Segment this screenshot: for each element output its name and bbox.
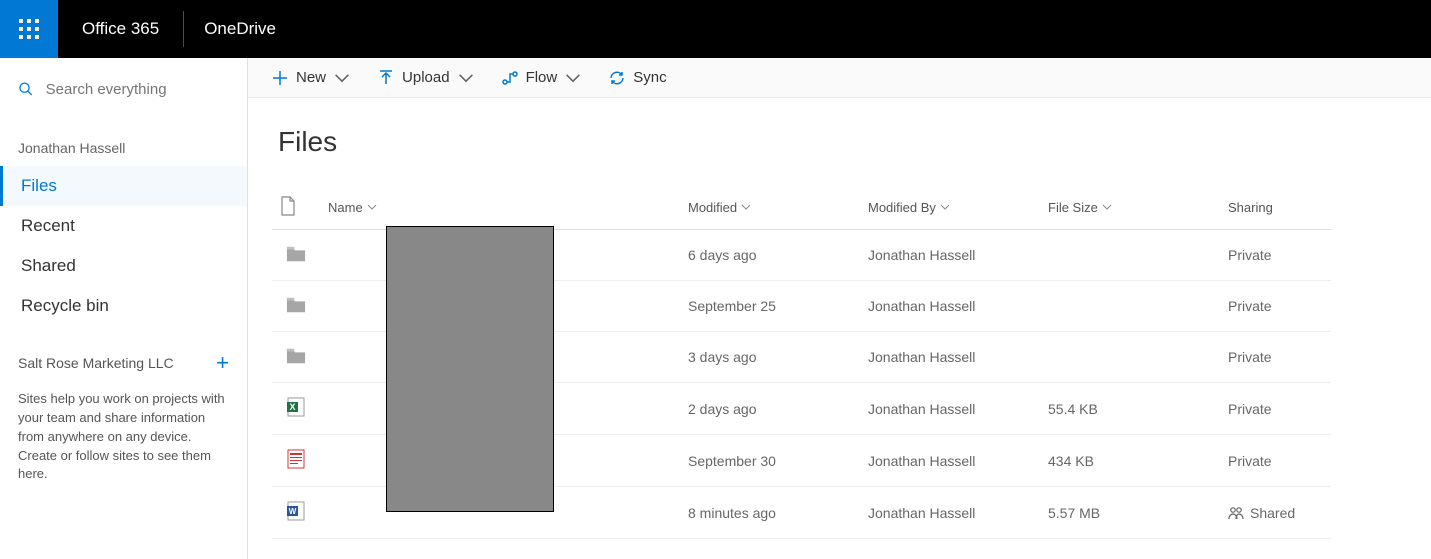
add-site-button[interactable]: + xyxy=(216,350,229,376)
shared-icon xyxy=(1228,506,1244,520)
svg-text:W: W xyxy=(289,507,297,516)
folder-icon xyxy=(286,245,306,263)
cell-modified: 8 minutes ago xyxy=(680,487,860,539)
sync-icon xyxy=(609,70,625,86)
col-header-name[interactable]: Name xyxy=(320,186,680,230)
sidebar-item-shared[interactable]: Shared xyxy=(0,246,247,286)
waffle-icon xyxy=(19,19,39,39)
cell-size: 5.57 MB xyxy=(1040,487,1220,539)
cell-modified-by: Jonathan Hassell xyxy=(860,487,1040,539)
app-name-label[interactable]: OneDrive xyxy=(184,19,296,39)
folder-icon xyxy=(286,296,306,314)
flow-button[interactable]: Flow xyxy=(502,69,582,86)
cell-modified: 2 days ago xyxy=(680,383,860,435)
cell-modified-by: Jonathan Hassell xyxy=(860,281,1040,332)
upload-button[interactable]: Upload xyxy=(378,69,474,86)
app-launcher-button[interactable] xyxy=(0,0,58,58)
chevron-down-icon xyxy=(741,202,751,212)
brand-label[interactable]: Office 365 xyxy=(58,19,183,39)
cell-size xyxy=(1040,281,1220,332)
col-header-modified[interactable]: Modified xyxy=(680,186,860,230)
upload-icon xyxy=(378,70,394,86)
cell-modified: September 30 xyxy=(680,435,860,487)
sync-label: Sync xyxy=(633,69,666,86)
chevron-down-icon xyxy=(334,70,350,86)
new-button[interactable]: New xyxy=(272,69,350,86)
org-label: Salt Rose Marketing LLC xyxy=(18,355,174,371)
flow-label: Flow xyxy=(526,69,558,86)
cell-sharing: Private xyxy=(1220,281,1331,332)
svg-text:X: X xyxy=(289,402,295,412)
sync-button[interactable]: Sync xyxy=(609,69,666,86)
search-box[interactable] xyxy=(0,68,247,110)
cell-size xyxy=(1040,230,1220,281)
word-file-icon: W xyxy=(287,501,305,521)
sidebar-item-recycle-bin[interactable]: Recycle bin xyxy=(0,286,247,326)
cell-size: 434 KB xyxy=(1040,435,1220,487)
excel-file-icon: X xyxy=(287,397,305,417)
cell-sharing: Private xyxy=(1220,230,1331,281)
cell-modified-by: Jonathan Hassell xyxy=(860,230,1040,281)
col-header-file-size[interactable]: File Size xyxy=(1040,186,1220,230)
folder-icon xyxy=(286,347,306,365)
cell-modified: 6 days ago xyxy=(680,230,860,281)
new-label: New xyxy=(296,69,326,86)
page-title: Files xyxy=(278,126,1331,158)
cell-size: 55.4 KB xyxy=(1040,383,1220,435)
file-icon xyxy=(280,196,296,216)
col-header-sharing[interactable]: Sharing xyxy=(1220,186,1331,230)
cell-modified: 3 days ago xyxy=(680,332,860,383)
plus-icon xyxy=(272,70,288,86)
upload-label: Upload xyxy=(402,69,450,86)
chevron-down-icon xyxy=(458,70,474,86)
col-header-modified-by[interactable]: Modified By xyxy=(860,186,1040,230)
cell-sharing: Private xyxy=(1220,332,1331,383)
app-header: Office 365 OneDrive xyxy=(0,0,1431,58)
search-icon xyxy=(18,80,34,98)
chevron-down-icon xyxy=(565,70,581,86)
sites-help-text: Sites help you work on projects with you… xyxy=(0,384,247,490)
owner-label: Jonathan Hassell xyxy=(0,120,247,166)
chevron-down-icon xyxy=(940,202,950,212)
command-bar: New Upload Flow Sync xyxy=(248,58,1431,98)
chevron-down-icon xyxy=(1102,202,1112,212)
sidebar-item-recent[interactable]: Recent xyxy=(0,206,247,246)
sidebar-item-files[interactable]: Files xyxy=(0,166,247,206)
pdf-file-icon xyxy=(287,449,305,469)
flow-icon xyxy=(502,70,518,86)
col-header-type[interactable] xyxy=(272,186,320,230)
cell-modified-by: Jonathan Hassell xyxy=(860,435,1040,487)
search-input[interactable] xyxy=(46,81,229,98)
sidebar: Jonathan Hassell Files Recent Shared Rec… xyxy=(0,58,248,559)
cell-size xyxy=(1040,332,1220,383)
cell-sharing: Shared xyxy=(1220,487,1331,539)
cell-sharing: Private xyxy=(1220,383,1331,435)
cell-modified-by: Jonathan Hassell xyxy=(860,383,1040,435)
chevron-down-icon xyxy=(367,202,377,212)
redacted-names-block xyxy=(386,226,554,512)
cell-modified-by: Jonathan Hassell xyxy=(860,332,1040,383)
cell-sharing: Private xyxy=(1220,435,1331,487)
cell-modified: September 25 xyxy=(680,281,860,332)
